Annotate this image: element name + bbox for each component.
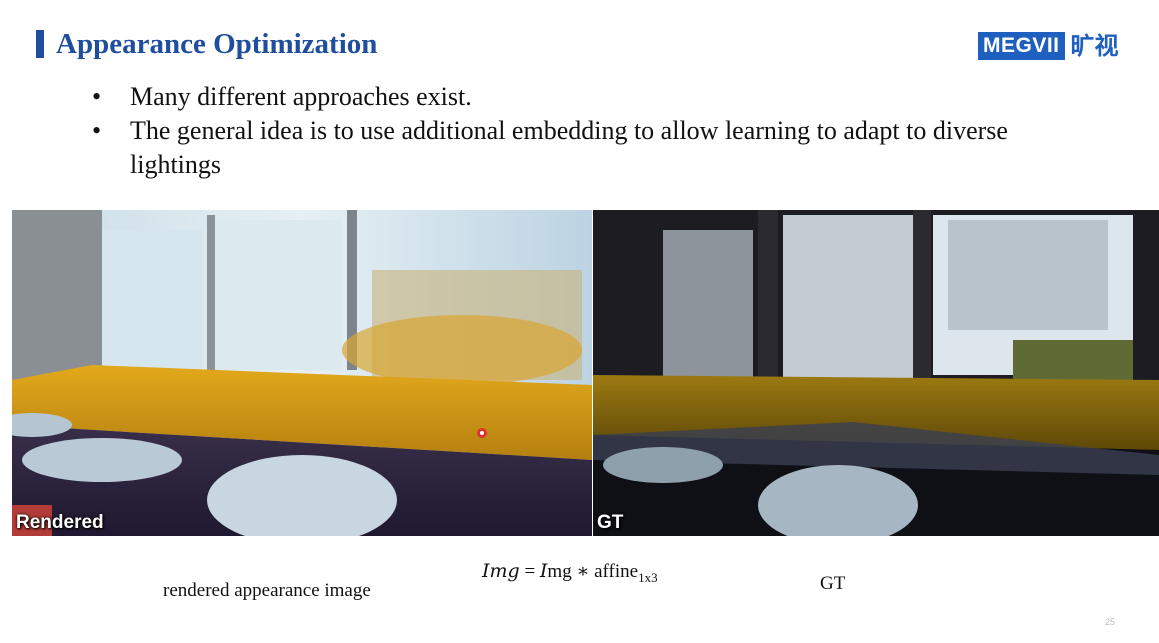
formula-lhs: Img [482,560,520,582]
caption-rendered: rendered appearance image [163,580,371,601]
formula-subscript: 1x3 [638,569,658,585]
title-accent-bar [36,30,44,58]
formula: Img = Img ∗ affine1x3 [482,560,658,586]
rendered-image: Rendered [12,210,592,536]
rendered-scene-graphic [12,210,592,536]
bullet-text: The general idea is to use additional em… [130,116,1008,179]
logo-chinese: 旷视 [1070,32,1119,60]
formula-func: affine [594,561,639,582]
slide-title: Appearance Optimization [56,28,378,60]
bullet-list: • Many different approaches exist. • The g… [92,80,1052,182]
caption-gt: GT [820,573,846,594]
bullet-item: • Many different approaches exist. [92,80,1052,114]
rendered-tag: Rendered [16,512,104,533]
bullet-item: • The general idea is to use additional e… [92,114,1052,182]
gt-image: GT [593,210,1159,536]
gt-scene-graphic [593,210,1159,536]
page-number: 25 [1105,617,1116,627]
formula-equals: = [524,561,536,582]
bullet-text: Many different approaches exist. [130,82,472,111]
bullet-dot-icon: • [92,116,102,145]
megvii-logo: MEGVII 旷视 [978,31,1119,61]
logo-wordmark: MEGVII [978,32,1065,60]
formula-rhs-rest: mg [547,561,572,582]
bullet-dot-icon: • [92,82,102,111]
gt-tag: GT [597,512,624,533]
formula-operator: ∗ [576,561,590,582]
